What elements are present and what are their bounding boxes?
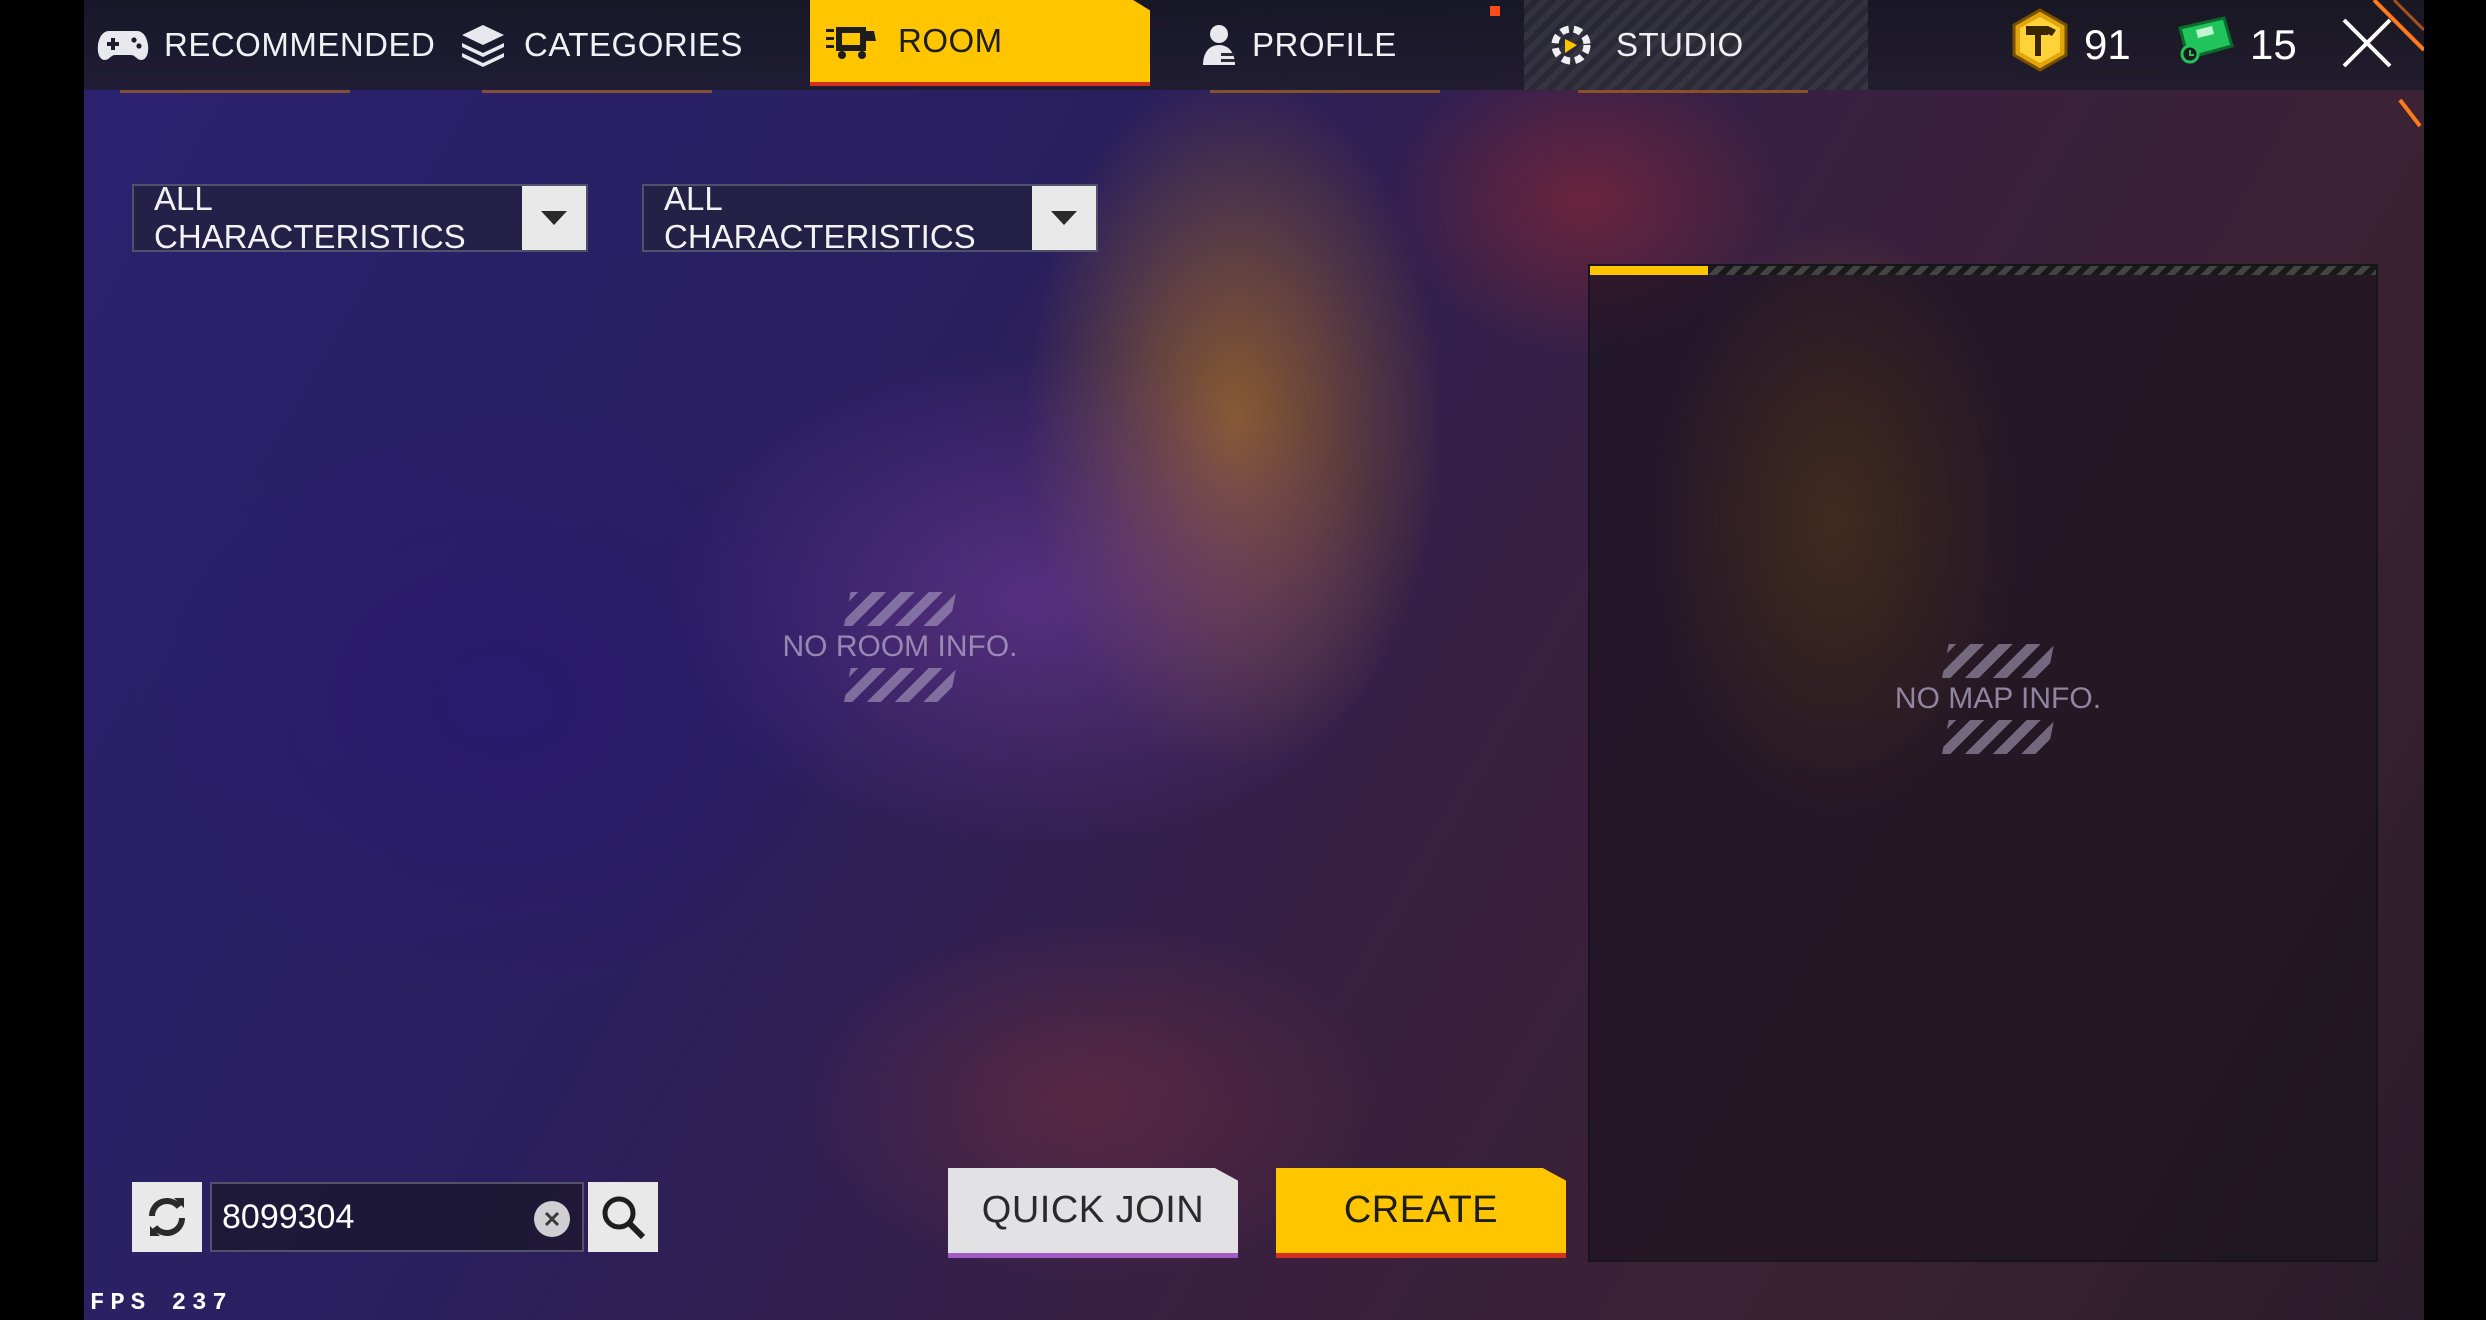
map-loading-progress — [1590, 266, 1708, 275]
ticket-amount: 15 — [2250, 21, 2297, 68]
profile-icon — [1192, 18, 1246, 72]
room-icon — [824, 14, 878, 68]
refresh-icon — [149, 1198, 185, 1236]
hammer-coin-icon — [2008, 8, 2072, 82]
corner-decoration — [2372, 0, 2424, 128]
create-button[interactable]: CREATE — [1276, 1168, 1566, 1258]
ticket-currency[interactable]: 15 — [2174, 0, 2297, 90]
chevron-down-icon[interactable] — [522, 186, 586, 250]
clear-icon — [544, 1211, 560, 1227]
room-screen: RECOMMENDED CATEGORIES ROOM PROFILE STUD… — [84, 0, 2424, 1320]
notification-dot — [1490, 6, 1500, 16]
clear-input-button[interactable] — [534, 1201, 570, 1237]
tab-label: RECOMMENDED — [164, 26, 436, 63]
room-list-empty-state: NO ROOM INFO. — [770, 592, 1030, 702]
tab-label: PROFILE — [1252, 26, 1397, 63]
search-button[interactable] — [588, 1182, 658, 1252]
tab-profile[interactable]: PROFILE — [1182, 0, 1397, 90]
search-icon — [602, 1196, 646, 1240]
refresh-button[interactable] — [132, 1182, 202, 1252]
hatch-icon — [844, 668, 956, 702]
top-nav-bar: RECOMMENDED CATEGORIES ROOM PROFILE STUD… — [84, 0, 2424, 90]
gold-currency[interactable]: 91 — [2008, 0, 2131, 90]
map-loading-bar — [1590, 266, 2376, 275]
fps-counter: FPS 237 — [90, 1290, 233, 1317]
quick-join-button[interactable]: QUICK JOIN — [948, 1168, 1238, 1258]
hatch-icon — [844, 592, 956, 626]
tab-label: STUDIO — [1616, 26, 1744, 63]
characteristics-filter-1[interactable]: ALL CHARACTERISTICS — [132, 180, 588, 255]
map-info-panel — [1588, 264, 2378, 1262]
layers-icon — [456, 18, 510, 72]
tab-label: ROOM — [898, 22, 1003, 59]
characteristics-filter-2[interactable]: ALL CHARACTERISTICS — [642, 180, 1098, 255]
dropdown-label: ALL CHARACTERISTICS — [664, 180, 976, 255]
hatch-icon — [1942, 644, 2054, 678]
gamepad-icon — [96, 18, 150, 72]
map-empty-state: NO MAP INFO. — [1868, 644, 2128, 754]
tab-recommended[interactable]: RECOMMENDED — [96, 0, 435, 90]
tab-categories[interactable]: CATEGORIES — [456, 0, 743, 90]
studio-icon — [1544, 18, 1598, 72]
room-id-field[interactable] — [222, 1197, 502, 1237]
ticket-icon — [2174, 14, 2238, 76]
tab-room[interactable]: ROOM — [810, 0, 1150, 86]
gold-amount: 91 — [2084, 21, 2131, 68]
tab-label: CATEGORIES — [524, 26, 743, 63]
hatch-icon — [1942, 720, 2054, 754]
tab-studio[interactable]: STUDIO — [1524, 0, 1868, 90]
empty-map-text: NO MAP INFO. — [1894, 682, 2102, 715]
room-id-search-input[interactable] — [210, 1182, 584, 1252]
chevron-down-icon[interactable] — [1032, 186, 1096, 250]
dropdown-label: ALL CHARACTERISTICS — [154, 180, 466, 255]
empty-room-text: NO ROOM INFO. — [782, 630, 1018, 663]
